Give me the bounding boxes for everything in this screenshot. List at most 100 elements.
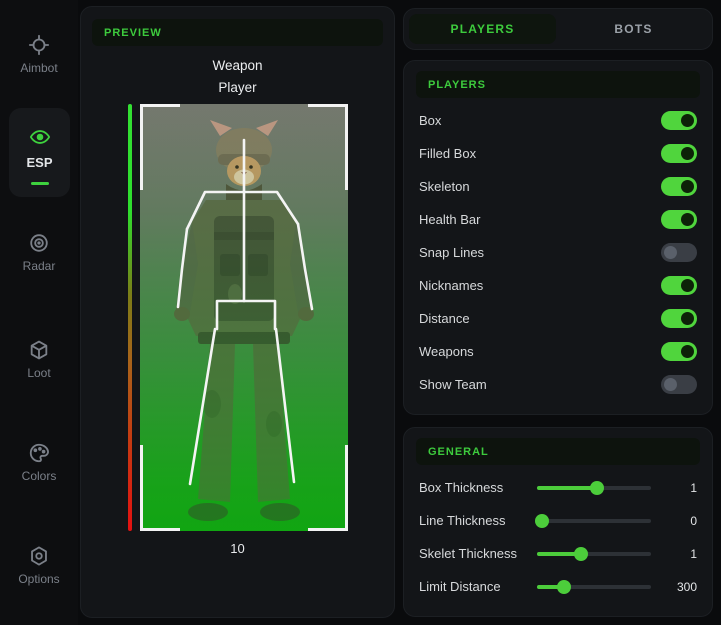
toggle-label: Health Bar bbox=[419, 212, 480, 227]
active-indicator bbox=[31, 182, 49, 185]
player-label: Player bbox=[81, 80, 394, 95]
toggle-knob bbox=[681, 312, 694, 325]
sidebar-item-label: ESP bbox=[9, 155, 70, 170]
eye-icon bbox=[29, 126, 51, 148]
toggle-row-box: Box bbox=[416, 104, 700, 137]
players-header-label: PLAYERS bbox=[428, 79, 486, 91]
tab-players[interactable]: PLAYERS bbox=[409, 14, 556, 44]
slider-value: 0 bbox=[663, 514, 697, 528]
preview-header-label: PREVIEW bbox=[104, 27, 162, 39]
toggle-row-health-bar: Health Bar bbox=[416, 203, 700, 236]
show-team-toggle[interactable] bbox=[661, 375, 697, 394]
tab-bots[interactable]: BOTS bbox=[560, 14, 707, 44]
sidebar-item-aimbot[interactable]: Aimbot bbox=[0, 34, 78, 75]
slider-label: Box Thickness bbox=[419, 480, 537, 495]
skeleton-toggle[interactable] bbox=[661, 177, 697, 196]
toggle-knob bbox=[681, 213, 694, 226]
tab-bar: PLAYERS BOTS bbox=[403, 8, 713, 50]
tab-label: PLAYERS bbox=[451, 22, 515, 36]
distance-label: 10 bbox=[81, 541, 394, 556]
slider-track bbox=[537, 519, 651, 523]
toggle-knob bbox=[664, 378, 677, 391]
slider-value: 1 bbox=[663, 481, 697, 495]
health-bar-toggle[interactable] bbox=[661, 210, 697, 229]
cube-icon bbox=[28, 339, 50, 361]
crosshair-icon bbox=[28, 34, 50, 56]
distance-toggle[interactable] bbox=[661, 309, 697, 328]
sidebar-item-label: Colors bbox=[0, 469, 78, 483]
box-thickness-slider[interactable] bbox=[537, 481, 651, 495]
esp-preview-box bbox=[140, 104, 348, 531]
sidebar-item-label: Aimbot bbox=[0, 61, 78, 75]
slider-row-skelet-thickness: Skelet Thickness 1 bbox=[416, 537, 700, 570]
esp-menu-window: Aimbot ESP Radar Loot bbox=[0, 0, 721, 625]
health-bar bbox=[128, 104, 132, 531]
toggle-knob bbox=[681, 345, 694, 358]
line-thickness-slider[interactable] bbox=[537, 514, 651, 528]
slider-knob[interactable] bbox=[574, 547, 588, 561]
toggle-label: Skeleton bbox=[419, 179, 470, 194]
slider-row-limit-distance: Limit Distance 300 bbox=[416, 570, 700, 603]
toggle-row-filled-box: Filled Box bbox=[416, 137, 700, 170]
slider-knob[interactable] bbox=[590, 481, 604, 495]
slider-value: 300 bbox=[663, 580, 697, 594]
preview-section-header: PREVIEW bbox=[92, 19, 383, 46]
sidebar-item-loot[interactable]: Loot bbox=[0, 339, 78, 380]
sidebar-item-radar[interactable]: Radar bbox=[0, 232, 78, 273]
gear-icon bbox=[28, 545, 50, 567]
slider-fill bbox=[537, 486, 597, 490]
palette-icon bbox=[28, 442, 50, 464]
preview-panel: PREVIEW Weapon Player bbox=[80, 6, 395, 618]
skelet-thickness-slider[interactable] bbox=[537, 547, 651, 561]
slider-row-box-thickness: Box Thickness 1 bbox=[416, 471, 700, 504]
toggle-label: Nicknames bbox=[419, 278, 483, 293]
slider-label: Limit Distance bbox=[419, 579, 537, 594]
filled-box-toggle[interactable] bbox=[661, 144, 697, 163]
toggle-row-show-team: Show Team bbox=[416, 368, 700, 401]
tab-label: BOTS bbox=[614, 22, 652, 36]
sidebar-item-label: Loot bbox=[0, 366, 78, 380]
toggle-label: Box bbox=[419, 113, 441, 128]
toggle-row-nicknames: Nicknames bbox=[416, 269, 700, 302]
box-toggle[interactable] bbox=[661, 111, 697, 130]
slider-value: 1 bbox=[663, 547, 697, 561]
sidebar-item-options[interactable]: Options bbox=[0, 545, 78, 586]
toggle-row-weapons: Weapons bbox=[416, 335, 700, 368]
sidebar-item-label: Options bbox=[0, 572, 78, 586]
toggle-row-skeleton: Skeleton bbox=[416, 170, 700, 203]
weapons-toggle[interactable] bbox=[661, 342, 697, 361]
slider-knob[interactable] bbox=[557, 580, 571, 594]
esp-box-corner bbox=[140, 445, 180, 531]
slider-label: Skelet Thickness bbox=[419, 546, 537, 561]
general-settings-panel: GENERAL Box Thickness 1 Line Thickness bbox=[403, 427, 713, 617]
slider-knob[interactable] bbox=[535, 514, 549, 528]
sidebar: Aimbot ESP Radar Loot bbox=[0, 0, 78, 625]
toggle-label: Weapons bbox=[419, 344, 474, 359]
toggle-knob bbox=[664, 246, 677, 259]
nicknames-toggle[interactable] bbox=[661, 276, 697, 295]
general-section-header: GENERAL bbox=[416, 438, 700, 465]
radar-icon bbox=[28, 232, 50, 254]
snap-lines-toggle[interactable] bbox=[661, 243, 697, 262]
players-section-header: PLAYERS bbox=[416, 71, 700, 98]
esp-preview-stage bbox=[81, 104, 394, 531]
toggle-label: Distance bbox=[419, 311, 470, 326]
esp-box-corner bbox=[140, 104, 180, 190]
limit-distance-slider[interactable] bbox=[537, 580, 651, 594]
toggle-row-snap-lines: Snap Lines bbox=[416, 236, 700, 269]
general-header-label: GENERAL bbox=[428, 446, 489, 458]
players-settings-panel: PLAYERS Box Filled Box Skeleton Health B… bbox=[403, 60, 713, 415]
toggle-knob bbox=[681, 114, 694, 127]
sidebar-item-esp[interactable]: ESP bbox=[9, 108, 70, 197]
toggle-row-distance: Distance bbox=[416, 302, 700, 335]
toggle-knob bbox=[681, 147, 694, 160]
toggle-label: Snap Lines bbox=[419, 245, 484, 260]
toggle-label: Show Team bbox=[419, 377, 487, 392]
weapon-label: Weapon bbox=[81, 58, 394, 73]
sidebar-item-colors[interactable]: Colors bbox=[0, 442, 78, 483]
slider-row-line-thickness: Line Thickness 0 bbox=[416, 504, 700, 537]
toggle-knob bbox=[681, 279, 694, 292]
sidebar-item-label: Radar bbox=[0, 259, 78, 273]
esp-box-corner bbox=[308, 445, 348, 531]
toggle-label: Filled Box bbox=[419, 146, 476, 161]
